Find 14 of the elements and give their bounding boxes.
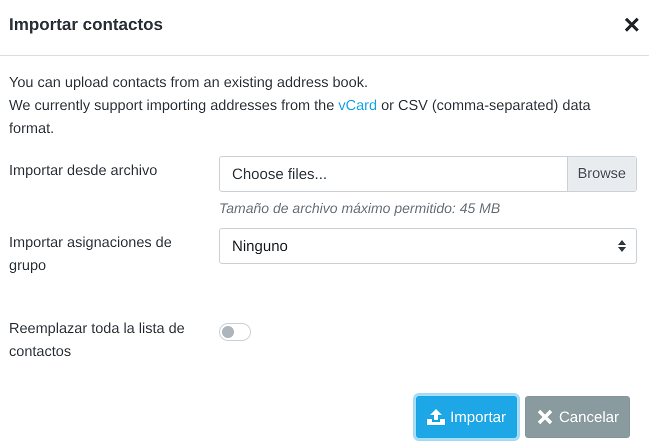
upload-icon <box>427 409 446 425</box>
field-label: Reemplazar toda la lista de contactos <box>9 320 186 362</box>
toggle-switch[interactable] <box>219 323 251 341</box>
close-button[interactable]: × <box>624 10 640 38</box>
browse-button[interactable]: Browse <box>566 157 636 191</box>
dialog-title: Importar contactos <box>9 14 163 34</box>
sort-arrows-icon <box>618 240 626 252</box>
help-text: Tamaño de archivo máximo permitido: 45 MB <box>219 200 502 216</box>
field-label: Importar desde archivo <box>9 162 158 181</box>
field-label: Importar asignaciones de grupo <box>9 234 173 276</box>
group-select[interactable]: Ninguno <box>219 228 637 264</box>
intro-text: You can upload contacts from an existing address book. We currently support importing addresses from the vCard or CSV (comma-separated) data format. <box>9 74 592 139</box>
close-icon <box>536 409 554 425</box>
file-field[interactable]: Choose files... Browse <box>219 156 637 192</box>
